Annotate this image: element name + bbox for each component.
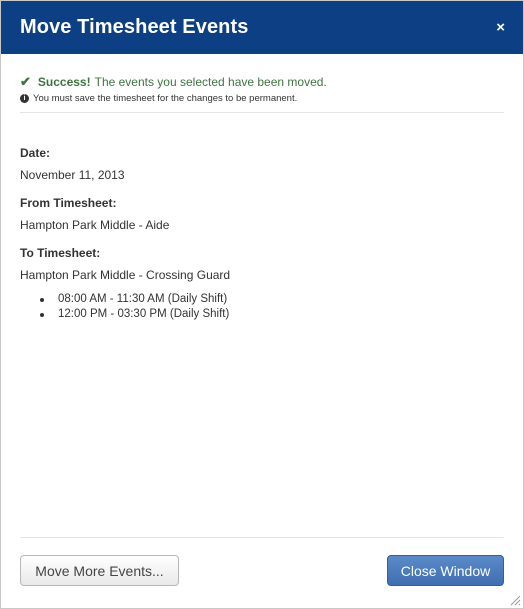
event-time: 12:00 PM - 03:30 PM (Daily Shift) [58,308,230,320]
moved-events-list: 08:00 AM - 11:30 AM (Daily Shift) 12:00 … [20,292,504,322]
list-item: 12:00 PM - 03:30 PM (Daily Shift) [40,307,504,322]
bullet [40,297,44,302]
from-timesheet-label: From Timesheet: [20,196,117,210]
save-note-text: You must save the timesheet for the chan… [33,93,298,104]
move-details: Date: November 11, 2013 From Timesheet: … [20,146,504,336]
success-message: ✔ Success! The events you selected have … [20,74,504,90]
dialog-titlebar[interactable]: Move Timesheet Events × [1,1,523,54]
event-time: 08:00 AM - 11:30 AM (Daily Shift) [58,293,228,305]
dialog-title: Move Timesheet Events [20,16,249,38]
success-label: Success! [37,75,91,89]
list-item: 08:00 AM - 11:30 AM (Daily Shift) [40,292,504,307]
to-timesheet-label: To Timesheet: [20,246,101,260]
info-circle-icon: i [20,94,29,103]
footer-divider [20,537,504,538]
to-timesheet-block: To Timesheet: Hampton Park Middle - Cros… [20,246,504,322]
move-timesheet-events-dialog: Move Timesheet Events × ✔ Success! The e… [0,0,524,609]
date-value: November 11, 2013 [20,168,125,182]
from-timesheet-block: From Timesheet: Hampton Park Middle - Ai… [20,196,504,232]
check-icon: ✔ [20,74,31,89]
move-more-events-button[interactable]: Move More Events... [20,555,179,586]
bullet [40,312,44,317]
resize-grip-icon[interactable] [509,594,521,606]
success-text: The events you selected have been moved. [94,75,327,89]
from-timesheet-value: Hampton Park Middle - Aide [20,218,170,232]
close-window-button[interactable]: Close Window [387,555,504,586]
date-label: Date: [20,146,51,160]
date-block: Date: November 11, 2013 [20,146,504,182]
success-alert: ✔ Success! The events you selected have … [20,74,504,113]
save-note: i You must save the timesheet for the ch… [20,93,504,104]
to-timesheet-value: Hampton Park Middle - Crossing Guard [20,268,231,282]
close-icon[interactable]: × [496,20,505,35]
